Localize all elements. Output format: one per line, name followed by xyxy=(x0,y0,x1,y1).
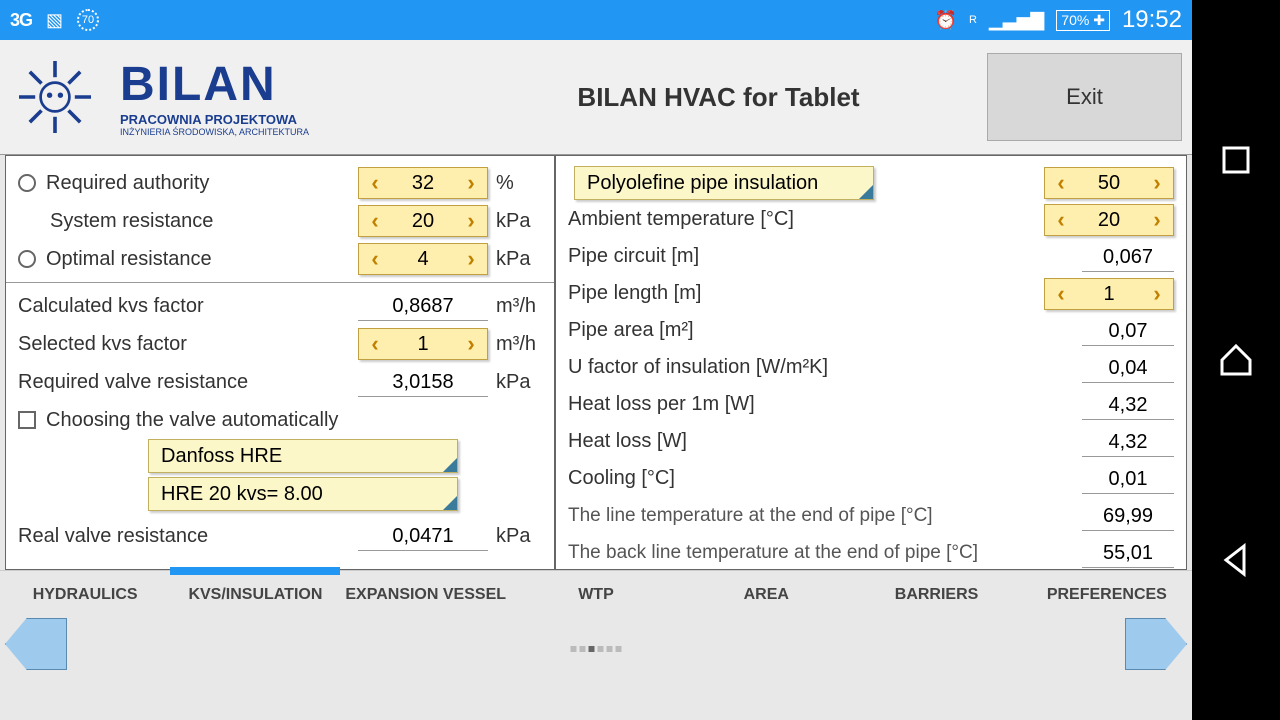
page-title: BILAN HVAC for Tablet xyxy=(450,82,987,113)
signal-icon: ▁▃▅▇ xyxy=(989,10,1044,31)
auto-valve-checkbox[interactable] xyxy=(18,411,36,429)
battery-indicator: 70% ✚ xyxy=(1056,10,1110,31)
back-temp-label: The back line temperature at the end of … xyxy=(568,544,1082,562)
chevron-right-icon[interactable]: › xyxy=(1141,205,1173,235)
tab-area[interactable]: AREA xyxy=(681,571,851,618)
recent-apps-icon[interactable] xyxy=(1218,142,1254,178)
heat-loss-1m-label: Heat loss per 1m [W] xyxy=(568,393,1082,416)
right-panel: Polyolefine pipe insulation ‹50› Ambient… xyxy=(556,156,1186,569)
chevron-left-icon[interactable]: ‹ xyxy=(359,168,391,198)
tab-bar: HYDRAULICS KVS/INSULATION EXPANSION VESS… xyxy=(0,570,1192,618)
u-factor-label: U factor of insulation [W/m²K] xyxy=(568,356,1082,379)
chevron-right-icon[interactable]: › xyxy=(455,168,487,198)
req-valve-value: 3,0158 xyxy=(358,367,488,397)
back-icon[interactable] xyxy=(1218,542,1254,578)
tab-kvs-insulation[interactable]: KVS/INSULATION xyxy=(170,571,340,618)
clock: 19:52 xyxy=(1122,6,1182,34)
required-authority-radio[interactable] xyxy=(18,174,36,192)
auto-valve-label: Choosing the valve automatically xyxy=(46,409,542,432)
real-valve-label: Real valve resistance xyxy=(18,525,358,548)
calc-kvs-label: Calculated kvs factor xyxy=(18,295,358,318)
logo: BILAN PRACOWNIA PROJEKTOWA INŻYNIERIA ŚR… xyxy=(10,52,450,142)
roaming-indicator: R xyxy=(969,14,977,26)
line-temp-label: The line temperature at the end of pipe … xyxy=(568,507,1082,525)
ambient-temp-stepper[interactable]: ‹20› xyxy=(1044,204,1174,236)
chevron-left-icon[interactable]: ‹ xyxy=(1045,279,1077,309)
pipe-length-stepper[interactable]: ‹1› xyxy=(1044,278,1174,310)
brand-sub2: INŻYNIERIA ŚRODOWISKA, ARCHITEKTURA xyxy=(120,127,309,137)
back-temp-value: 55,01 xyxy=(1082,538,1174,568)
status-bar: 3G ▧ 70 ⏰ R ▁▃▅▇ 70% ✚ 19:52 xyxy=(0,0,1192,40)
tab-expansion-vessel[interactable]: EXPANSION VESSEL xyxy=(341,571,511,618)
heat-loss-1m-value: 4,32 xyxy=(1082,390,1174,420)
chevron-right-icon[interactable]: › xyxy=(1141,168,1173,198)
chevron-right-icon[interactable]: › xyxy=(455,244,487,274)
u-factor-value: 0,04 xyxy=(1082,353,1174,383)
home-icon[interactable] xyxy=(1218,342,1254,378)
sel-kvs-stepper[interactable]: ‹1› xyxy=(358,328,488,360)
alarm-icon: ⏰ xyxy=(935,10,957,31)
sun-logo-icon xyxy=(10,52,100,142)
app-header: BILAN PRACOWNIA PROJEKTOWA INŻYNIERIA ŚR… xyxy=(0,40,1192,155)
manufacturer-select[interactable]: Danfoss HRE xyxy=(148,439,458,473)
pipe-area-label: Pipe area [m²] xyxy=(568,319,1082,342)
optimal-resistance-label: Optimal resistance xyxy=(46,248,358,271)
picture-icon: ▧ xyxy=(46,10,63,31)
line-temp-value: 69,99 xyxy=(1082,501,1174,531)
chevron-left-icon[interactable]: ‹ xyxy=(1045,205,1077,235)
next-page-button[interactable] xyxy=(1125,618,1187,670)
page-dots xyxy=(571,646,622,652)
sel-kvs-label: Selected kvs factor xyxy=(18,333,358,356)
network-indicator: 3G xyxy=(10,10,32,31)
real-valve-value: 0,0471 xyxy=(358,521,488,551)
system-resistance-stepper[interactable]: ‹20› xyxy=(358,205,488,237)
tab-hydraulics[interactable]: HYDRAULICS xyxy=(0,571,170,618)
pipe-circuit-value: 0,067 xyxy=(1082,242,1174,272)
left-panel: Required authority ‹32› % System resista… xyxy=(6,156,556,569)
system-resistance-label: System resistance xyxy=(18,210,358,233)
tab-preferences[interactable]: PREFERENCES xyxy=(1022,571,1192,618)
chevron-left-icon[interactable]: ‹ xyxy=(1045,168,1077,198)
heat-loss-value: 4,32 xyxy=(1082,427,1174,457)
calc-kvs-value: 0,8687 xyxy=(358,291,488,321)
chevron-left-icon[interactable]: ‹ xyxy=(359,206,391,236)
chevron-right-icon[interactable]: › xyxy=(455,329,487,359)
prev-page-button[interactable] xyxy=(5,618,67,670)
req-valve-label: Required valve resistance xyxy=(18,371,358,394)
cooling-value: 0,01 xyxy=(1082,464,1174,494)
optimal-resistance-stepper[interactable]: ‹4› xyxy=(358,243,488,275)
tab-wtp[interactable]: WTP xyxy=(511,571,681,618)
tab-barriers[interactable]: BARRIERS xyxy=(851,571,1021,618)
required-authority-stepper[interactable]: ‹32› xyxy=(358,167,488,199)
brand-name: BILAN xyxy=(120,57,309,112)
pipe-area-value: 0,07 xyxy=(1082,316,1174,346)
chevron-right-icon[interactable]: › xyxy=(1141,279,1173,309)
exit-button[interactable]: Exit xyxy=(987,53,1182,141)
pipe-length-label: Pipe length [m] xyxy=(568,282,1044,305)
chevron-left-icon[interactable]: ‹ xyxy=(359,329,391,359)
android-navbar xyxy=(1192,0,1280,720)
timer-icon: 70 xyxy=(77,9,99,31)
chevron-right-icon[interactable]: › xyxy=(455,206,487,236)
tab-indicator xyxy=(170,567,340,575)
pipe-circuit-label: Pipe circuit [m] xyxy=(568,245,1082,268)
brand-sub: PRACOWNIA PROJEKTOWA xyxy=(120,112,309,127)
insulation-select[interactable]: Polyolefine pipe insulation xyxy=(574,166,874,200)
chevron-left-icon[interactable]: ‹ xyxy=(359,244,391,274)
ambient-temp-label: Ambient temperature [°C] xyxy=(568,208,1044,231)
cooling-label: Cooling [°C] xyxy=(568,467,1082,490)
optimal-resistance-radio[interactable] xyxy=(18,250,36,268)
required-authority-label: Required authority xyxy=(46,172,358,195)
model-select[interactable]: HRE 20 kvs= 8.00 xyxy=(148,477,458,511)
heat-loss-label: Heat loss [W] xyxy=(568,430,1082,453)
insulation-stepper[interactable]: ‹50› xyxy=(1044,167,1174,199)
